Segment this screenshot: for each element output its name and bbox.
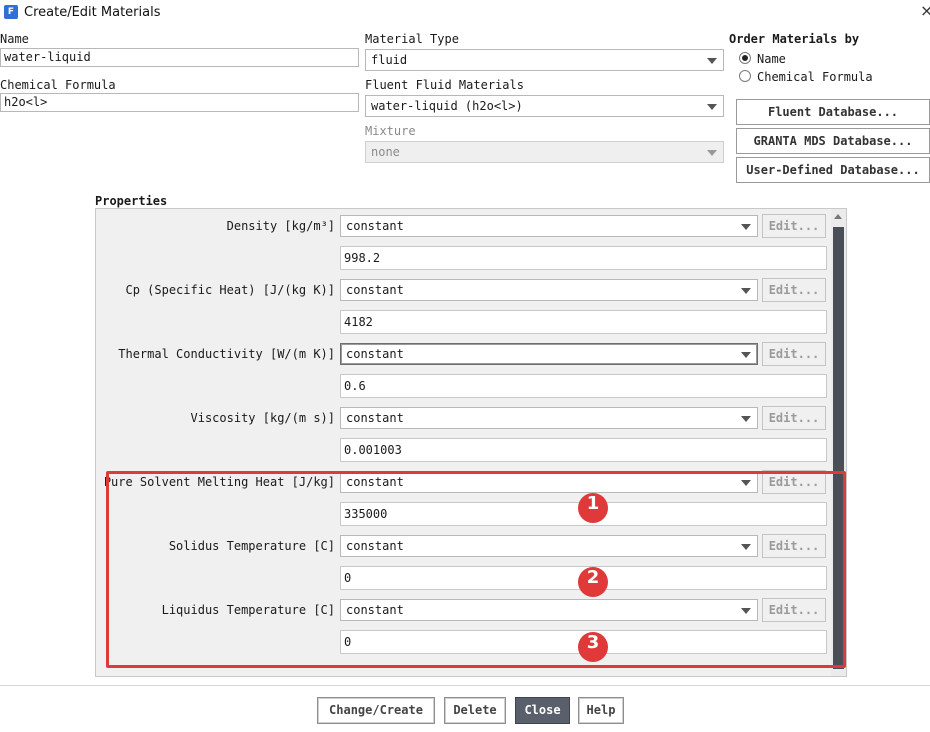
mixture-label: Mixture bbox=[365, 124, 416, 138]
thermal-conductivity-method-dropdown[interactable]: constant bbox=[340, 343, 758, 365]
specific-heat-method-dropdown[interactable]: constant bbox=[340, 279, 758, 301]
close-icon[interactable]: × bbox=[920, 1, 930, 20]
viscosity-label: Viscosity [kg/(m s)] bbox=[190, 411, 336, 425]
chevron-down-icon bbox=[707, 150, 717, 156]
chevron-down-icon bbox=[741, 352, 751, 358]
chevron-down-icon bbox=[741, 224, 751, 230]
annotation-badge-2: 2 bbox=[578, 567, 608, 597]
annotation-badge-1: 1 bbox=[578, 493, 608, 523]
footer-separator bbox=[0, 685, 930, 686]
granta-mds-database-button[interactable]: GRANTA MDS Database... bbox=[736, 128, 930, 154]
chevron-down-icon bbox=[707, 104, 717, 110]
viscosity-method-value: constant bbox=[346, 411, 404, 425]
scroll-up-icon[interactable] bbox=[834, 214, 842, 219]
fluent-database-button[interactable]: Fluent Database... bbox=[736, 99, 930, 125]
fluent-fluid-materials-label: Fluent Fluid Materials bbox=[365, 78, 524, 92]
material-type-label: Material Type bbox=[365, 32, 459, 46]
user-defined-database-button[interactable]: User-Defined Database... bbox=[736, 157, 930, 183]
viscosity-value-field[interactable]: 0.001003 bbox=[340, 438, 827, 462]
delete-button[interactable]: Delete bbox=[444, 697, 506, 724]
chevron-down-icon bbox=[741, 416, 751, 422]
order-by-name-label[interactable]: Name bbox=[757, 52, 786, 66]
annotation-badge-3: 3 bbox=[578, 632, 608, 662]
density-label: Density [kg/m³] bbox=[226, 219, 335, 233]
chevron-down-icon bbox=[707, 58, 717, 64]
chemical-formula-field[interactable]: h2o<l> bbox=[0, 93, 359, 112]
order-by-formula-radio[interactable] bbox=[739, 70, 751, 82]
density-value-field[interactable]: 998.2 bbox=[340, 246, 827, 270]
viscosity-edit-button[interactable]: Edit... bbox=[762, 406, 826, 430]
specific-heat-edit-button[interactable]: Edit... bbox=[762, 278, 826, 302]
density-method-dropdown[interactable]: constant bbox=[340, 215, 758, 237]
name-label: Name bbox=[0, 32, 29, 46]
change-create-button[interactable]: Change/Create bbox=[317, 697, 435, 724]
order-by-name-radio[interactable] bbox=[739, 52, 751, 64]
specific-heat-label: Cp (Specific Heat) [J/(kg K)] bbox=[125, 283, 335, 297]
order-materials-title: Order Materials by bbox=[729, 32, 860, 46]
thermal-conductivity-label: Thermal Conductivity [W/(m K)] bbox=[118, 347, 335, 361]
fluent-fluid-materials-value: water-liquid (h2o<l>) bbox=[371, 99, 523, 113]
mixture-value: none bbox=[371, 145, 400, 159]
specific-heat-method-value: constant bbox=[346, 283, 404, 297]
density-method-value: constant bbox=[346, 219, 404, 233]
chevron-down-icon bbox=[741, 288, 751, 294]
thermal-conductivity-edit-button[interactable]: Edit... bbox=[762, 342, 826, 366]
viscosity-method-dropdown[interactable]: constant bbox=[340, 407, 758, 429]
thermal-conductivity-method-value: constant bbox=[346, 347, 404, 361]
order-by-formula-label[interactable]: Chemical Formula bbox=[757, 70, 873, 84]
fluent-fluid-materials-dropdown[interactable]: water-liquid (h2o<l>) bbox=[365, 95, 724, 117]
window-title: Create/Edit Materials bbox=[24, 5, 161, 20]
title-bar: F Create/Edit Materials × bbox=[0, 0, 930, 26]
thermal-conductivity-value-field[interactable]: 0.6 bbox=[340, 374, 827, 398]
name-field[interactable]: water-liquid bbox=[0, 48, 359, 67]
help-button[interactable]: Help bbox=[578, 697, 624, 724]
material-type-value: fluid bbox=[371, 53, 408, 67]
mixture-dropdown: none bbox=[365, 141, 724, 163]
annotation-highlight-box bbox=[106, 471, 846, 668]
chemical-formula-label: Chemical Formula bbox=[0, 78, 116, 92]
properties-title: Properties bbox=[95, 194, 168, 208]
fluent-app-icon: F bbox=[4, 5, 18, 19]
density-edit-button[interactable]: Edit... bbox=[762, 214, 826, 238]
specific-heat-value-field[interactable]: 4182 bbox=[340, 310, 827, 334]
material-type-dropdown[interactable]: fluid bbox=[365, 49, 724, 71]
close-button[interactable]: Close bbox=[515, 697, 570, 724]
